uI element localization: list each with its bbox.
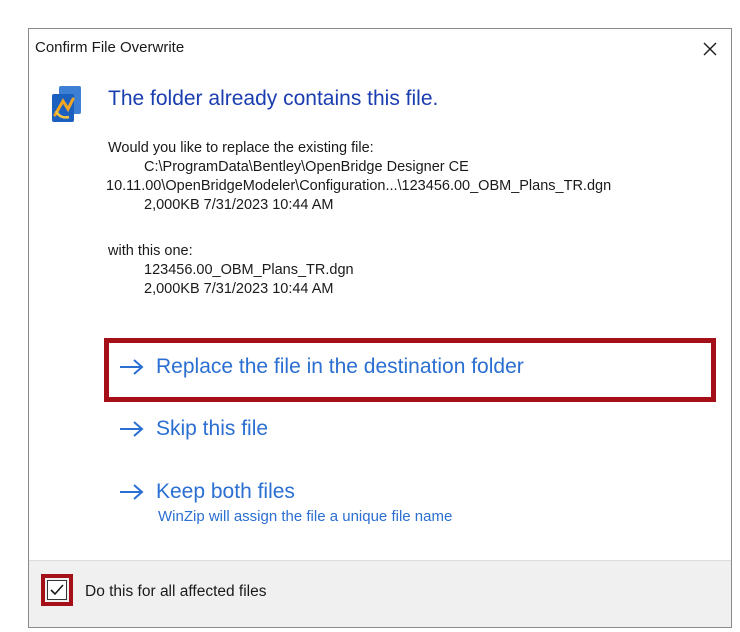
replace-file-option[interactable]: Replace the file in the destination fold… xyxy=(118,355,524,379)
close-button[interactable] xyxy=(693,33,727,65)
arrow-right-icon xyxy=(120,359,144,375)
keep-both-files-label: Keep both files xyxy=(156,480,295,503)
keep-both-files-description: WinZip will assign the file a unique fil… xyxy=(158,508,453,525)
replace-file-label: Replace the file in the destination fold… xyxy=(156,355,524,378)
replacement-file-name: 123456.00_OBM_Plans_TR.dgn xyxy=(144,262,354,278)
dialog-heading: The folder already contains this file. xyxy=(108,87,439,110)
existing-file-meta: 2,000KB 7/31/2023 10:44 AM xyxy=(144,197,334,213)
close-icon xyxy=(703,42,717,56)
title-bar: Confirm File Overwrite xyxy=(29,29,731,69)
arrow-right-icon xyxy=(120,421,144,437)
copy-file-icon xyxy=(52,86,81,122)
replacement-file-meta: 2,000KB 7/31/2023 10:44 AM xyxy=(144,281,334,297)
existing-file-intro: Would you like to replace the existing f… xyxy=(108,140,374,156)
file-info: Would you like to replace the existing f… xyxy=(106,139,612,299)
existing-file-path-line2: 10.11.00\OpenBridgeModeler\Configuration… xyxy=(106,178,612,194)
existing-file-path-line1: C:\ProgramData\Bentley\OpenBridge Design… xyxy=(144,159,469,175)
checkmark-icon xyxy=(50,584,64,596)
dialog-footer: Do this for all affected files xyxy=(29,560,731,627)
apply-to-all-checkbox[interactable] xyxy=(47,580,67,600)
confirm-file-overwrite-dialog: Confirm File Overwrite The folder alread… xyxy=(28,28,732,628)
skip-file-option[interactable]: Skip this file xyxy=(118,417,268,441)
arrow-right-icon xyxy=(120,484,144,500)
replacement-file-intro: with this one: xyxy=(108,243,193,259)
dialog-title: Confirm File Overwrite xyxy=(35,39,185,56)
keep-both-files-option[interactable]: Keep both files WinZip will assign the f… xyxy=(118,480,452,525)
skip-file-label: Skip this file xyxy=(156,417,269,440)
apply-to-all-label: Do this for all affected files xyxy=(85,583,267,600)
